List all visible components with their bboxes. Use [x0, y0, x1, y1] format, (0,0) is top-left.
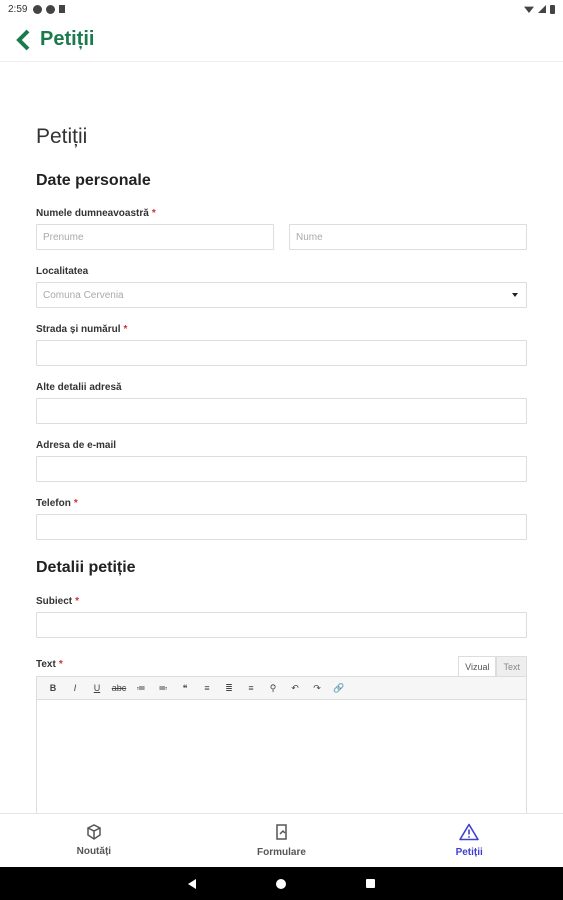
- email-label-text: Adresa de e-mail: [36, 440, 117, 451]
- section-personal-title: Date personale: [36, 172, 151, 189]
- link-button[interactable]: 🔗: [329, 679, 349, 697]
- status-bar: 2:59: [0, 0, 563, 18]
- battery-icon: [550, 4, 555, 14]
- first-name-input[interactable]: Prenume: [36, 224, 274, 250]
- text-label: Text *: [36, 659, 63, 670]
- tab-visual[interactable]: Vizual: [458, 656, 497, 676]
- chevron-left-icon: [16, 29, 30, 50]
- news-icon: [87, 824, 101, 840]
- section-petition-title: Detalii petiție: [36, 559, 136, 576]
- text-editor-area[interactable]: [36, 700, 527, 813]
- undo-button[interactable]: ↶: [285, 679, 305, 697]
- italic-button[interactable]: I: [65, 679, 85, 697]
- nav-forms-label: Formulare: [257, 847, 306, 858]
- required-mark: *: [151, 208, 156, 219]
- locality-value: Comuna Cervenia: [43, 289, 124, 301]
- address-details-input[interactable]: [36, 398, 527, 424]
- phone-input[interactable]: [36, 514, 527, 540]
- locality-label: Localitatea: [36, 266, 88, 277]
- redo-button[interactable]: ↷: [307, 679, 327, 697]
- strikethrough-button[interactable]: abc: [109, 679, 129, 697]
- nav-news[interactable]: Noutăți: [0, 814, 188, 867]
- email-input[interactable]: [36, 456, 527, 482]
- sim-icon: [59, 5, 66, 13]
- subject-label-text: Subiect: [36, 596, 73, 607]
- app-bar: Petiții: [0, 18, 563, 62]
- locality-select[interactable]: Comuna Cervenia: [36, 282, 527, 308]
- numbered-list-button[interactable]: ≕: [153, 679, 173, 697]
- app-title: Petiții: [40, 28, 95, 50]
- street-label: Strada și numărul *: [36, 324, 127, 335]
- name-label: Numele dumneavoastră *: [36, 208, 156, 219]
- system-home-icon[interactable]: [276, 878, 286, 889]
- blockquote-button[interactable]: ❝: [175, 679, 195, 697]
- street-input[interactable]: [36, 340, 527, 366]
- required-mark: *: [123, 324, 128, 335]
- signal-icon: [538, 5, 546, 13]
- system-back-icon[interactable]: [188, 878, 196, 889]
- name-label-text: Numele dumneavoastră: [36, 208, 149, 219]
- required-mark: *: [58, 659, 63, 670]
- last-name-input[interactable]: Nume: [289, 224, 527, 250]
- forms-icon: [275, 824, 287, 840]
- align-right-button[interactable]: ≡: [241, 679, 261, 697]
- editor-toolbar: B I U abc ≔ ≕ ❝ ≡ ≣ ≡ ⚲ ↶ ↷ 🔗: [36, 676, 527, 700]
- locality-label-text: Localitatea: [36, 266, 89, 277]
- subject-label: Subiect *: [36, 596, 79, 607]
- tab-text[interactable]: Text: [496, 656, 527, 676]
- notification-icon: [33, 4, 43, 14]
- address-details-label: Alte detalii adresă: [36, 382, 122, 393]
- bullet-list-button[interactable]: ≔: [131, 679, 151, 697]
- nav-forms[interactable]: Formulare: [188, 814, 376, 867]
- address-details-label-text: Alte detalii adresă: [36, 382, 122, 393]
- phone-label: Telefon *: [36, 498, 78, 509]
- first-name-placeholder: Prenume: [43, 231, 84, 243]
- bottom-nav: Noutăți Formulare Petiții: [0, 813, 563, 867]
- email-label: Adresa de e-mail: [36, 440, 116, 451]
- status-time: 2:59: [8, 3, 28, 15]
- page-title: Petiții: [36, 125, 88, 148]
- align-center-button[interactable]: ≣: [219, 679, 239, 697]
- editor-tabs: Vizual Text: [458, 656, 527, 676]
- nav-news-label: Noutăți: [76, 846, 112, 857]
- text-label-text: Text: [36, 659, 56, 670]
- street-label-text: Strada și numărul: [36, 324, 121, 335]
- notification-icon: [46, 4, 56, 14]
- required-mark: *: [75, 596, 80, 607]
- back-button[interactable]: [8, 25, 38, 55]
- required-mark: *: [73, 498, 78, 509]
- underline-button[interactable]: U: [87, 679, 107, 697]
- bold-button[interactable]: B: [43, 679, 63, 697]
- system-nav-bar: [0, 867, 563, 900]
- last-name-placeholder: Nume: [296, 231, 323, 243]
- search-icon[interactable]: ⚲: [263, 679, 283, 697]
- petition-form: Petiții Date personale Numele dumneavoas…: [0, 62, 563, 813]
- dropdown-arrow-icon: [512, 293, 518, 297]
- nav-petitions[interactable]: Petiții: [375, 814, 563, 867]
- align-left-button[interactable]: ≡: [197, 679, 217, 697]
- nav-petitions-label: Petiții: [455, 847, 483, 858]
- subject-input[interactable]: [36, 612, 527, 638]
- warning-icon: [459, 823, 479, 841]
- wifi-icon: [524, 6, 534, 13]
- phone-label-text: Telefon: [36, 498, 71, 509]
- system-recents-icon[interactable]: [366, 879, 375, 888]
